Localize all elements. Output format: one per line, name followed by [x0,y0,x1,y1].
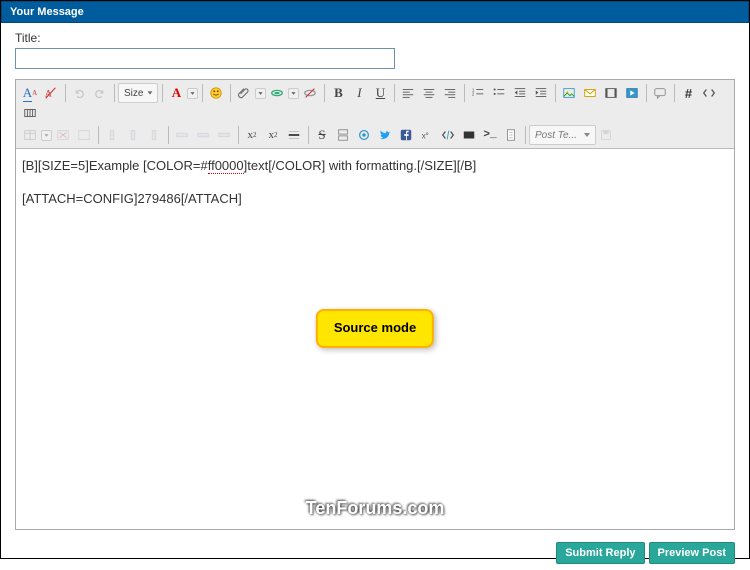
spoiler-icon[interactable] [459,125,479,145]
hash-icon[interactable]: # [678,83,698,103]
ordered-list-icon[interactable]: 12 [468,83,488,103]
pagebreak-icon[interactable] [333,125,353,145]
php-icon[interactable] [20,103,40,123]
editor-line-2: [ATTACH=CONFIG]279486[/ATTACH] [22,190,728,209]
superscript-icon[interactable]: x2 [263,125,283,145]
toolbar-row-2: x2 x2 S x° >_ Post Te... [20,125,730,145]
template-save-icon[interactable] [596,125,616,145]
nosmilies-icon[interactable]: x° [417,125,437,145]
bold-button[interactable]: B [328,83,348,103]
quote-icon[interactable] [650,83,670,103]
unordered-list-icon[interactable] [489,83,509,103]
editor-wrap: AA A Size A B I U [15,79,735,530]
footer-buttons: Submit Reply Preview Post [1,536,749,570]
subscript-icon[interactable]: x2 [242,125,262,145]
submit-button[interactable]: Submit Reply [556,542,644,564]
redo-icon[interactable] [90,83,110,103]
watermark: TenForums.com [306,495,445,521]
align-right-icon[interactable] [440,83,460,103]
attach-dropdown-icon[interactable] [255,88,266,99]
editor-line-1: [B][SIZE=5]Example [COLOR=#ff0000]text[/… [22,157,728,176]
toolbar-row-1: AA A Size A B I U [20,83,730,123]
panel-header: Your Message [1,1,749,23]
toolbar: AA A Size A B I U [16,80,734,149]
table-icon[interactable] [20,125,40,145]
align-left-icon[interactable] [398,83,418,103]
col-delete-icon[interactable] [144,125,164,145]
preview-icon[interactable] [354,125,374,145]
table-dropdown-icon[interactable] [41,130,52,141]
col-before-icon[interactable] [102,125,122,145]
link-dropdown-icon[interactable] [288,88,299,99]
title-input[interactable] [15,48,395,69]
editor-textarea[interactable]: [B][SIZE=5]Example [COLOR=#ff0000]text[/… [16,149,734,529]
video-icon[interactable] [601,83,621,103]
facebook-icon[interactable] [396,125,416,145]
page-icon[interactable] [501,125,521,145]
underline-button[interactable]: U [370,83,390,103]
outdent-icon[interactable] [510,83,530,103]
strike-icon[interactable]: S [312,125,332,145]
image-icon[interactable] [559,83,579,103]
code2-icon[interactable] [438,125,458,145]
undo-icon[interactable] [69,83,89,103]
font-color-dropdown-icon[interactable] [187,88,198,99]
svg-text:2: 2 [472,92,475,97]
preview-button[interactable]: Preview Post [649,542,735,564]
email-icon[interactable] [580,83,600,103]
tooltip-text: Source mode [334,320,416,335]
row-after-icon[interactable] [193,125,213,145]
html-icon[interactable] [699,83,719,103]
col-after-icon[interactable] [123,125,143,145]
italic-button[interactable]: I [349,83,369,103]
unlink-icon[interactable] [300,83,320,103]
svg-text:x°: x° [422,132,429,141]
smilies-icon[interactable] [206,83,226,103]
row-delete-icon[interactable] [214,125,234,145]
link-icon[interactable] [267,83,287,103]
table-props-icon[interactable] [74,125,94,145]
spellcheck-word: ff0000 [208,158,244,174]
table-delete-icon[interactable] [53,125,73,145]
attach-icon[interactable] [234,83,254,103]
panel-title: Your Message [10,6,84,18]
tooltip: Source mode [316,309,434,348]
title-label: Title: [15,31,735,45]
prompt-icon[interactable]: >_ [480,125,500,145]
row-before-icon[interactable] [172,125,192,145]
source-mode-icon[interactable]: AA [20,83,40,103]
media-icon[interactable] [622,83,642,103]
remove-format-icon[interactable]: A [41,83,61,103]
font-color-icon[interactable]: A [166,83,186,103]
size-dropdown[interactable]: Size [118,83,158,103]
align-center-icon[interactable] [419,83,439,103]
indent-icon[interactable] [531,83,551,103]
form-body: Title: AA A Size A [1,23,749,536]
twitter-icon[interactable] [375,125,395,145]
template-dropdown[interactable]: Post Te... [529,125,596,145]
hr-icon[interactable] [284,125,304,145]
